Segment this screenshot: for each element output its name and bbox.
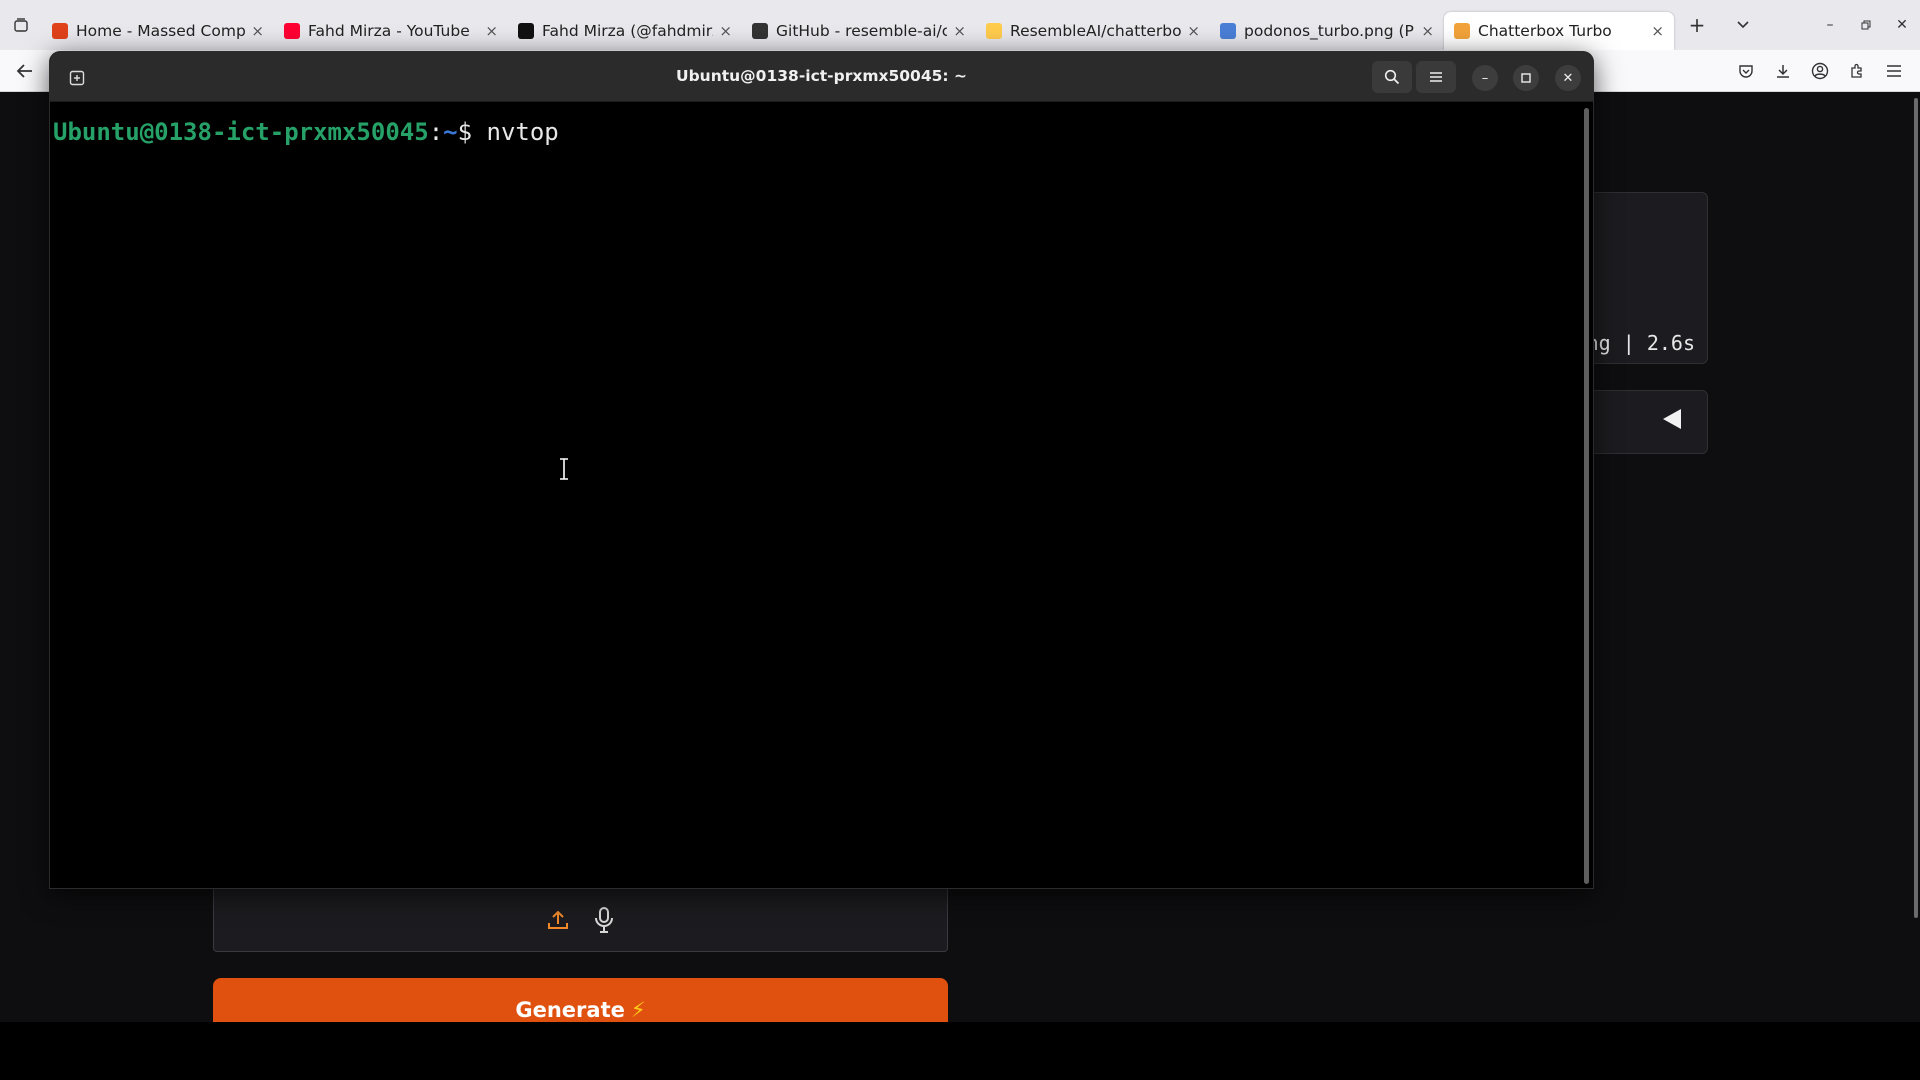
terminal-output[interactable]: Ubuntu@0138-ict-prxmx50045:~$ nvtop xyxy=(50,102,1593,888)
terminal-title: Ubuntu@0138-ict-prxmx50045: ~ xyxy=(675,67,967,85)
terminal-search-icon[interactable] xyxy=(1372,61,1412,93)
extensions-icon[interactable] xyxy=(1838,56,1875,86)
browser-tab[interactable]: podonos_turbo.png (PNG Image) × xyxy=(1210,12,1444,50)
youtube-icon xyxy=(284,23,300,39)
massed-compute-icon xyxy=(52,23,68,39)
terminal-maximize-icon[interactable] xyxy=(1513,65,1539,91)
window-minimize-icon[interactable]: – xyxy=(1812,0,1848,50)
browser-tab[interactable]: GitHub - resemble-ai/chatterbox × xyxy=(742,12,976,50)
tab-close-icon[interactable]: × xyxy=(1651,22,1664,40)
browser-tab[interactable]: Fahd Mirza (@fahdmirza) × xyxy=(508,12,742,50)
browser-tab[interactable]: Home - Massed Compute × xyxy=(42,12,274,50)
window-restore-icon[interactable] xyxy=(1848,0,1884,50)
app-menu-icon[interactable] xyxy=(1875,56,1912,86)
tab-close-icon[interactable]: × xyxy=(251,22,264,40)
browser-tab-title: Home - Massed Compute xyxy=(76,22,246,40)
page-scrollbar[interactable] xyxy=(1912,92,1920,1022)
terminal-scrollbar[interactable] xyxy=(1584,108,1589,884)
browser-tab-title: ResembleAI/chatterbox-turbo xyxy=(1010,22,1182,40)
tab-overview-icon[interactable] xyxy=(0,0,42,50)
browser-tab-title: Fahd Mirza - YouTube xyxy=(308,22,470,40)
audio-output-meta: ng | 2.6s xyxy=(1586,331,1695,355)
huggingface-icon xyxy=(986,23,1002,39)
prompt-dollar: $ xyxy=(457,118,473,146)
new-tab-button[interactable]: + xyxy=(1674,0,1720,50)
browser-tab-title: Chatterbox Turbo xyxy=(1478,22,1612,40)
prompt-path: ~ xyxy=(443,118,458,146)
terminal-minimize-icon[interactable]: – xyxy=(1472,65,1498,91)
gradio-icon xyxy=(1454,23,1470,39)
window-close-icon[interactable]: ✕ xyxy=(1884,0,1920,50)
terminal-prompt-line: Ubuntu@0138-ict-prxmx50045:~$ nvtop xyxy=(53,116,1590,148)
text-cursor-ibeam-icon xyxy=(560,458,568,480)
typed-command: nvtop xyxy=(486,118,559,146)
tab-close-icon[interactable]: × xyxy=(485,22,498,40)
reference-audio-upload[interactable] xyxy=(213,888,948,952)
terminal-close-icon[interactable]: ✕ xyxy=(1555,65,1581,91)
play-triangle-icon[interactable] xyxy=(1663,409,1681,429)
github-icon xyxy=(752,23,768,39)
image-icon xyxy=(1220,23,1236,39)
terminal-header-bar: Ubuntu@0138-ict-prxmx50045: ~ – ✕ xyxy=(50,52,1593,102)
browser-tab-title: GitHub - resemble-ai/chatterbox xyxy=(776,22,948,40)
tab-close-icon[interactable]: × xyxy=(719,22,732,40)
generate-button[interactable]: Generate ⚡ xyxy=(213,978,948,1022)
tab-close-icon[interactable]: × xyxy=(1421,22,1434,40)
tab-close-icon[interactable]: × xyxy=(1187,22,1200,40)
pocket-icon[interactable] xyxy=(1727,56,1764,86)
browser-tab-bar: Home - Massed Compute×Fahd Mirza - YouTu… xyxy=(0,0,1920,50)
browser-tab[interactable]: Chatterbox Turbo × xyxy=(1444,12,1674,50)
microphone-icon[interactable] xyxy=(590,905,618,935)
browser-tab[interactable]: ResembleAI/chatterbox-turbo × xyxy=(976,12,1210,50)
prompt-separator: : xyxy=(428,118,444,146)
browser-tab-title: Fahd Mirza (@fahdmirza) xyxy=(542,22,713,40)
downloads-icon[interactable] xyxy=(1764,56,1801,86)
prompt-user-host: Ubuntu@0138-ict-prxmx50045 xyxy=(53,118,429,146)
browser-tab[interactable]: Fahd Mirza - YouTube × xyxy=(274,12,508,50)
back-arrow-icon[interactable] xyxy=(8,56,42,86)
browser-tab-title: podonos_turbo.png (PNG Image) xyxy=(1244,22,1415,40)
lightning-icon: ⚡ xyxy=(630,998,646,1022)
account-icon[interactable] xyxy=(1801,56,1838,86)
tab-close-icon[interactable]: × xyxy=(953,22,966,40)
terminal-menu-icon[interactable] xyxy=(1416,61,1456,93)
upload-icon[interactable] xyxy=(544,905,572,935)
x-icon xyxy=(518,23,534,39)
list-tabs-chevron-icon[interactable] xyxy=(1720,0,1766,50)
terminal-window: Ubuntu@0138-ict-prxmx50045: ~ – ✕ Ubuntu… xyxy=(50,52,1593,888)
generate-button-label: Generate xyxy=(515,998,625,1022)
